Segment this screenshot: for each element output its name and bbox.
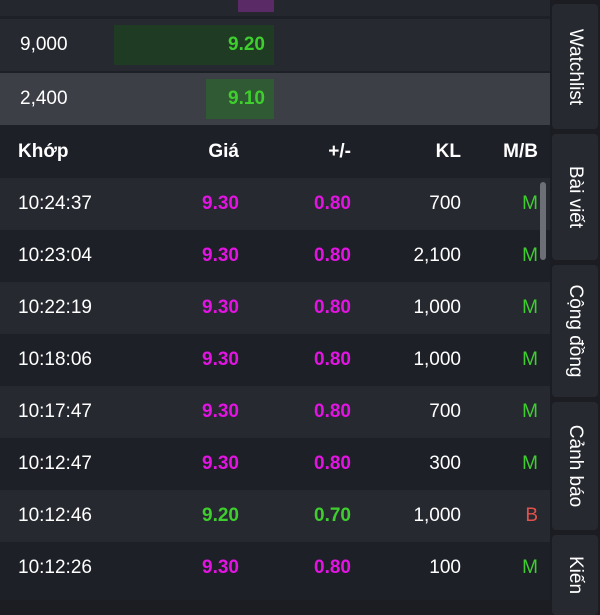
trade-price: 9.30 xyxy=(202,401,239,422)
tab-label: Cảnh báo xyxy=(565,424,586,508)
trade-row[interactable]: 10:23:04 9.30 0.80 2,100 M xyxy=(0,230,550,282)
trade-volume: 300 xyxy=(429,453,461,474)
column-header-change[interactable]: +/- xyxy=(328,126,351,178)
tab-label: Bài viết xyxy=(565,165,586,229)
trade-change: 0.70 xyxy=(314,505,351,526)
column-header-time[interactable]: Khớp xyxy=(18,126,68,178)
depth-price: 9.20 xyxy=(228,34,265,55)
trade-row[interactable]: 10:22:19 9.30 0.80 1,000 M xyxy=(0,282,550,334)
scrollbar[interactable] xyxy=(540,182,546,260)
trade-volume: 700 xyxy=(429,401,461,422)
trade-change: 0.80 xyxy=(314,557,351,578)
trade-price: 9.30 xyxy=(202,297,239,318)
depth-row[interactable]: 2,400 9.10 xyxy=(0,73,550,125)
tab-posts[interactable]: Bài viết xyxy=(552,134,598,260)
trade-volume: 100 xyxy=(429,557,461,578)
trade-side: M xyxy=(522,349,538,370)
trade-volume: 2,100 xyxy=(413,245,461,266)
tab-label: Watchlist xyxy=(565,28,586,105)
trade-time: 10:22:19 xyxy=(18,297,92,318)
trade-price: 9.30 xyxy=(202,193,239,214)
trade-row[interactable]: 10:24:37 9.30 0.80 700 M xyxy=(0,178,550,230)
trade-time: 10:23:04 xyxy=(18,245,92,266)
trade-side: M xyxy=(522,401,538,422)
depth-row-partial xyxy=(0,0,550,16)
depth-volume-bar xyxy=(238,0,274,12)
trade-side: M xyxy=(522,297,538,318)
trade-price: 9.30 xyxy=(202,245,239,266)
tab-watchlist[interactable]: Watchlist xyxy=(552,4,598,129)
trade-side: M xyxy=(522,453,538,474)
depth-volume: 9,000 xyxy=(20,34,68,55)
tab-label: Cộng đồng xyxy=(565,284,586,378)
trade-change: 0.80 xyxy=(314,453,351,474)
column-header-side[interactable]: M/B xyxy=(503,126,538,178)
trade-time: 10:18:06 xyxy=(18,349,92,370)
column-header-price[interactable]: Giá xyxy=(208,126,239,178)
trade-volume: 700 xyxy=(429,193,461,214)
trade-time: 10:12:26 xyxy=(18,557,92,578)
depth-row[interactable]: 9,000 9.20 xyxy=(0,19,550,71)
trade-side: M xyxy=(522,245,538,266)
tab-alerts[interactable]: Cảnh báo xyxy=(552,402,598,530)
trade-change: 0.80 xyxy=(314,193,351,214)
trade-price: 9.30 xyxy=(202,453,239,474)
trade-table-header: Khớp Giá +/- KL M/B xyxy=(0,126,550,178)
trade-change: 0.80 xyxy=(314,245,351,266)
depth-price: 9.10 xyxy=(228,88,265,109)
trade-time: 10:12:47 xyxy=(18,453,92,474)
trade-side: M xyxy=(522,193,538,214)
trade-time: 10:24:37 xyxy=(18,193,92,214)
trade-time: 10:17:47 xyxy=(18,401,92,422)
trade-volume: 1,000 xyxy=(413,297,461,318)
trade-price: 9.20 xyxy=(202,505,239,526)
tab-knowledge[interactable]: Kiến xyxy=(552,535,598,615)
depth-volume: 2,400 xyxy=(20,88,68,109)
column-header-volume[interactable]: KL xyxy=(436,126,461,178)
trade-change: 0.80 xyxy=(314,401,351,422)
trade-row[interactable]: 10:17:47 9.30 0.80 700 M xyxy=(0,386,550,438)
trade-side: M xyxy=(522,557,538,578)
trade-row[interactable]: 10:18:06 9.30 0.80 1,000 M xyxy=(0,334,550,386)
tab-community[interactable]: Cộng đồng xyxy=(552,265,598,397)
trade-row[interactable]: 10:12:46 9.20 0.70 1,000 B xyxy=(0,490,550,542)
trade-change: 0.80 xyxy=(314,297,351,318)
trade-change: 0.80 xyxy=(314,349,351,370)
trade-panel: 9,000 9.20 2,400 9.10 Khớp Giá +/- KL M/… xyxy=(0,0,550,600)
trade-row[interactable]: 10:12:47 9.30 0.80 300 M xyxy=(0,438,550,490)
trade-price: 9.30 xyxy=(202,349,239,370)
side-tab-rail: Watchlist Bài viết Cộng đồng Cảnh báo Ki… xyxy=(550,0,600,615)
trade-volume: 1,000 xyxy=(413,349,461,370)
trade-volume: 1,000 xyxy=(413,505,461,526)
tab-label: Kiến xyxy=(565,555,586,595)
trade-side: B xyxy=(525,505,538,526)
trade-price: 9.30 xyxy=(202,557,239,578)
trade-row[interactable]: 10:12:26 9.30 0.80 100 M xyxy=(0,542,550,594)
trade-time: 10:12:46 xyxy=(18,505,92,526)
